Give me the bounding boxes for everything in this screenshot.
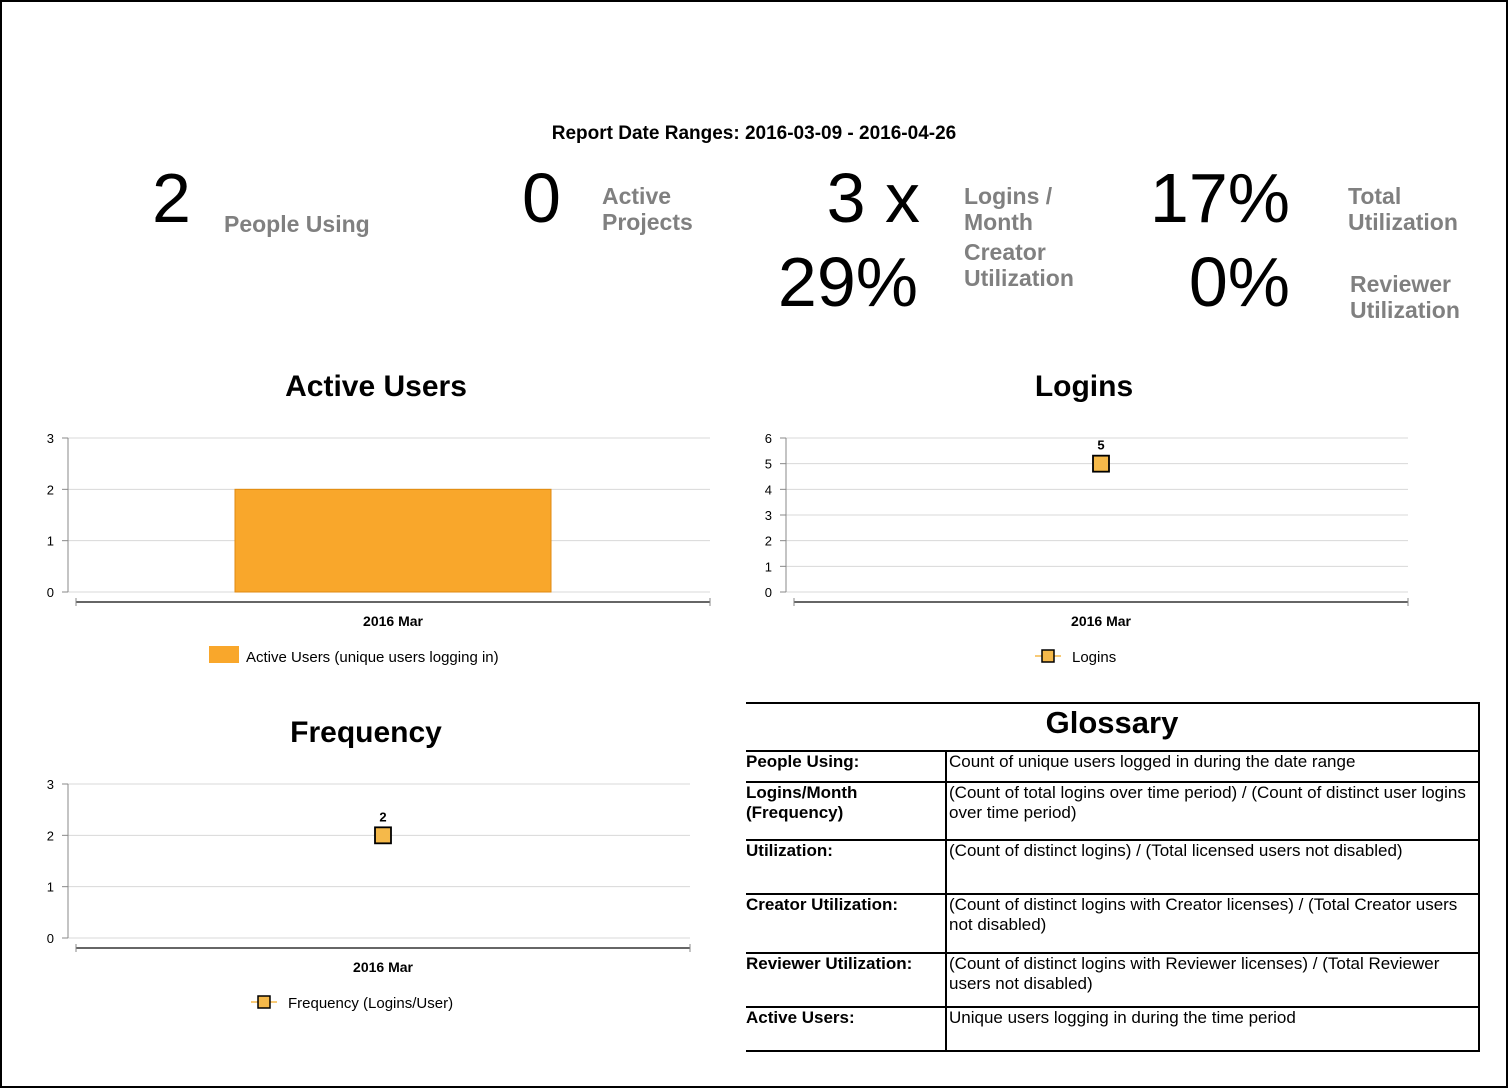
y-tick-label: 1 bbox=[47, 534, 54, 549]
y-tick-label: 0 bbox=[47, 931, 54, 946]
legend-label: Active Users (unique users logging in) bbox=[246, 649, 499, 666]
y-tick-label: 3 bbox=[47, 777, 54, 792]
y-tick-label: 1 bbox=[765, 559, 772, 574]
glossary-row: Creator Utilization: (Count of distinct … bbox=[746, 893, 1480, 954]
glossary-definition: Count of unique users logged in during t… bbox=[945, 750, 1480, 783]
glossary-row: Active Users: Unique users logging in du… bbox=[746, 1006, 1480, 1052]
active-users-chart: 0 1 2 3 2016 Mar Active Users (unique users l… bbox=[47, 431, 711, 666]
legend-marker bbox=[1041, 649, 1055, 663]
legend-label: Frequency (Logins/User) bbox=[288, 995, 453, 1012]
glossary-row: Reviewer Utilization: (Count of distinct… bbox=[746, 952, 1480, 1008]
y-tick-label: 0 bbox=[47, 585, 54, 600]
y-tick-label: 4 bbox=[765, 482, 772, 497]
y-tick-label: 0 bbox=[765, 585, 772, 600]
glossary-row: People Using: Count of unique users logg… bbox=[746, 750, 1480, 783]
glossary-term: Utilization: bbox=[746, 839, 947, 895]
y-tick-label: 2 bbox=[47, 828, 54, 843]
y-tick-label: 3 bbox=[47, 431, 54, 446]
glossary-term: Logins/Month (Frequency) bbox=[746, 781, 947, 841]
y-tick-label: 1 bbox=[47, 880, 54, 895]
glossary-definition: (Count of distinct logins with Creator l… bbox=[945, 893, 1480, 954]
frequency-chart: 0 1 2 3 2016 Mar 2 Frequency (Logins/User) bbox=[47, 777, 691, 1012]
y-tick-label: 3 bbox=[765, 508, 772, 523]
data-point bbox=[374, 826, 392, 845]
glossary-definition: (Count of total logins over time period)… bbox=[945, 781, 1480, 841]
glossary-term: Creator Utilization: bbox=[746, 893, 947, 954]
glossary-definition: (Count of distinct logins) / (Total lice… bbox=[945, 839, 1480, 895]
legend-swatch bbox=[209, 646, 239, 663]
y-tick-label: 2 bbox=[765, 534, 772, 549]
glossary-definition: Unique users logging in during the time … bbox=[945, 1006, 1480, 1052]
logins-chart: 0 1 2 3 4 5 6 2016 Mar 5 Logins bbox=[765, 431, 1409, 666]
glossary-title: Glossary bbox=[746, 702, 1480, 752]
y-tick-label: 6 bbox=[765, 431, 772, 446]
data-label: 2 bbox=[379, 809, 386, 824]
legend-label: Logins bbox=[1072, 649, 1116, 666]
data-point bbox=[1092, 454, 1110, 473]
x-category-label: 2016 Mar bbox=[363, 613, 423, 629]
x-category-label: 2016 Mar bbox=[1071, 613, 1131, 629]
x-category-label: 2016 Mar bbox=[353, 959, 413, 975]
glossary-row: Utilization: (Count of distinct logins) … bbox=[746, 839, 1480, 895]
glossary-term: People Using: bbox=[746, 750, 947, 783]
legend-marker bbox=[257, 995, 271, 1009]
glossary-definition: (Count of distinct logins with Reviewer … bbox=[945, 952, 1480, 1008]
data-label: 5 bbox=[1097, 438, 1104, 453]
glossary-row: Logins/Month (Frequency) (Count of total… bbox=[746, 781, 1480, 841]
y-tick-label: 2 bbox=[47, 482, 54, 497]
glossary-term: Reviewer Utilization: bbox=[746, 952, 947, 1008]
glossary-table: Glossary People Using: Count of unique u… bbox=[746, 702, 1480, 1052]
glossary-term: Active Users: bbox=[746, 1006, 947, 1052]
y-tick-label: 5 bbox=[765, 457, 772, 472]
bar bbox=[234, 488, 552, 593]
